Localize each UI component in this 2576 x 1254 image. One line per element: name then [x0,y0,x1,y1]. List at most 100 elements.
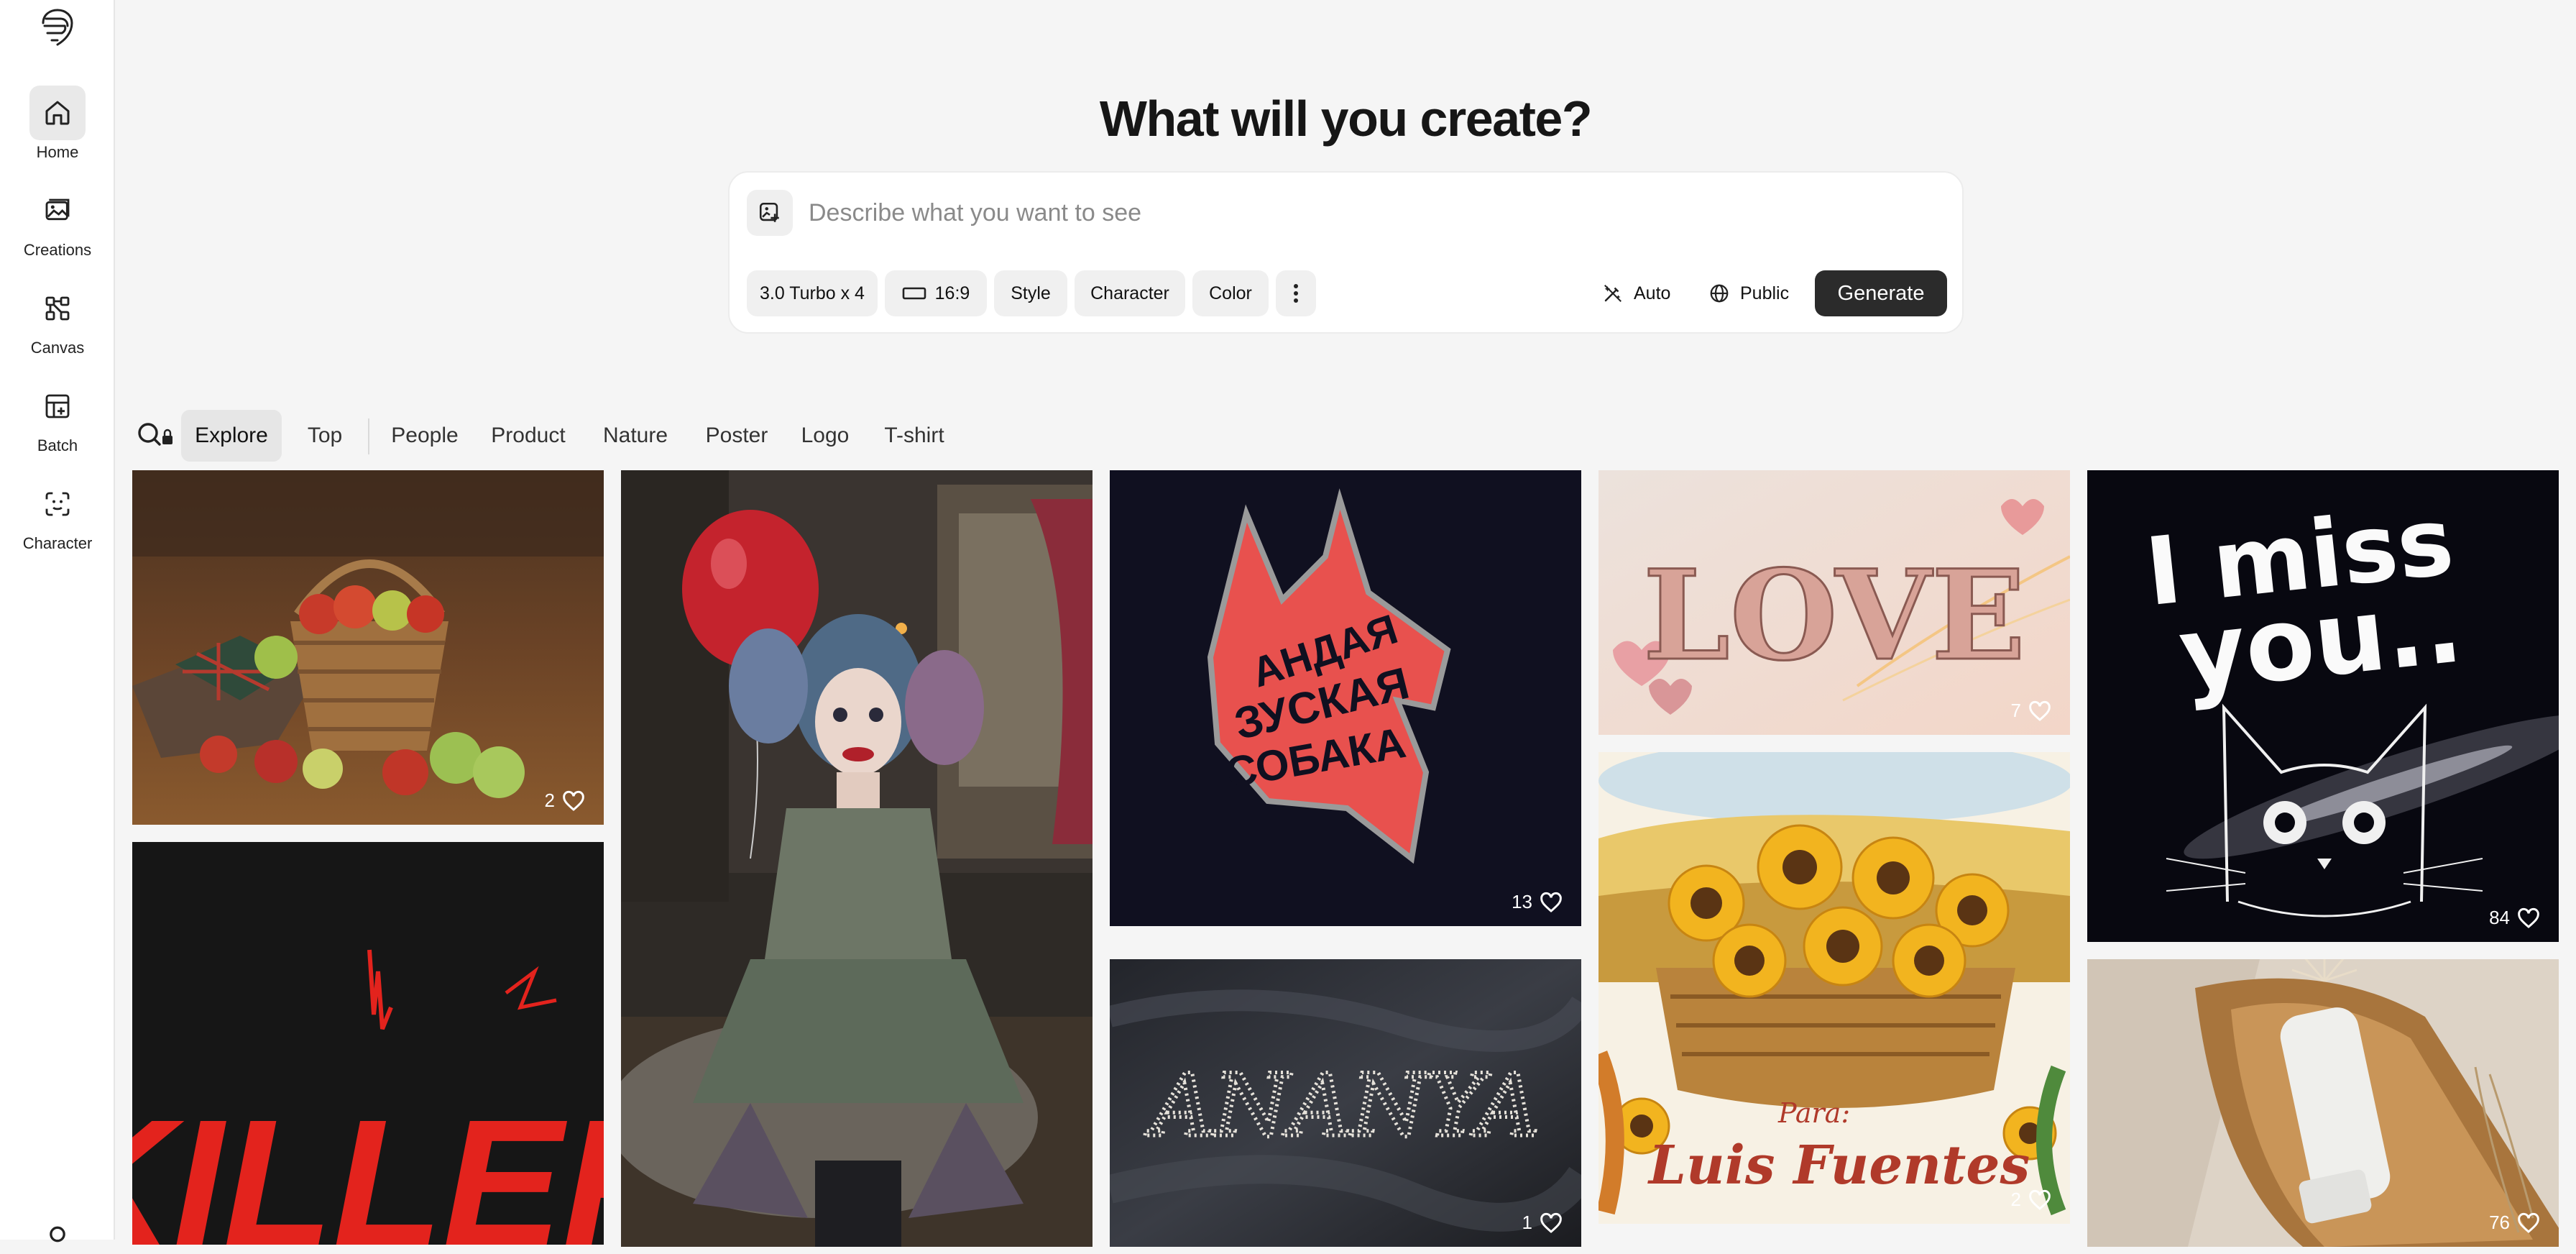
sidebar-item-label: Batch [37,436,78,454]
like-counter[interactable]: 76 [2489,1212,2540,1234]
gallery-image-love[interactable]: LOVE 7 [1598,470,2070,735]
i-miss-you-cat-image: I miss you.. [2087,470,2559,942]
like-counter[interactable]: 13 [1512,891,1563,913]
gallery-image-sunflowers[interactable]: Para: Luis Fuentes 2 [1598,752,2070,1224]
heart-icon [563,790,584,811]
main-content: What will you create? 3.0 Turbo x 4 16:9… [115,0,2576,1247]
image-add-icon [759,202,779,222]
like-counter[interactable]: 2 [2011,1189,2051,1211]
tab-tshirt[interactable]: T-shirt [870,410,959,462]
aspect-ratio-icon [902,287,926,300]
heart-icon [2518,1212,2539,1233]
gallery-image-i-miss-you-cat[interactable]: I miss you.. 84 [2087,470,2559,942]
like-count: 2 [2010,1189,2021,1210]
style-label: Style [1011,283,1051,303]
visibility-label: Public [1740,283,1790,303]
search-lock-icon [138,423,172,446]
like-count: 1 [1522,1212,1532,1233]
sunflower-text-1: Para: [1777,1097,1850,1129]
heart-icon [2029,700,2051,721]
visibility-toggle[interactable]: Public [1708,270,1789,316]
generate-button[interactable]: Generate [1815,270,1947,316]
gallery-image-wolf-logo[interactable]: АНДАЯ ЗУСКАЯ СОБАКА 13 [1110,470,1581,926]
ananya-text: ANANYA [1144,1056,1540,1156]
gallery-image-apple-basket[interactable]: 2 [132,470,604,825]
gallery-image-killer[interactable]: KILLER [132,842,604,1245]
magic-wand-icon [1604,285,1622,302]
sunflowers-image: Para: Luis Fuentes [1598,752,2070,1224]
lotion-tray-image [2087,959,2559,1247]
like-counter[interactable]: 7 [2011,700,2051,722]
prompt-box: 3.0 Turbo x 4 16:9 Style Character Color… [728,171,1964,334]
like-count: 13 [1512,891,1532,912]
model-selector[interactable]: 3.0 Turbo x 4 [747,270,878,316]
tab-nature[interactable]: Nature [589,410,681,462]
sidebar: Home Creations Canvas Batch Character [0,0,115,1242]
like-count: 76 [2489,1212,2510,1233]
like-counter[interactable]: 84 [2489,907,2540,929]
like-counter[interactable]: 1 [1522,1212,1563,1234]
sidebar-item-home[interactable]: Home [0,86,115,165]
apple-basket-image [132,470,604,825]
batch-icon [45,394,70,418]
tab-poster[interactable]: Poster [693,410,781,462]
ananya-image: ANANYA [1110,959,1581,1247]
heart-icon [2518,907,2539,928]
more-vertical-icon [1294,284,1298,303]
killer-image: KILLER [132,842,604,1245]
tab-logo[interactable]: Logo [791,410,860,462]
killer-text: KILLER [132,1082,604,1245]
style-button[interactable]: Style [994,270,1067,316]
aspect-ratio-label: 16:9 [934,283,970,303]
wolf-logo-image: АНДАЯ ЗУСКАЯ СОБАКА [1110,470,1581,926]
sidebar-item-label: Creations [23,241,92,259]
sunflower-text-2: Luis Fuentes [1647,1135,2030,1196]
sidebar-item-batch[interactable]: Batch [0,379,115,458]
sidebar-item-label: Character [22,534,93,552]
model-label: 3.0 Turbo x 4 [760,283,865,303]
prompt-input[interactable] [809,191,1930,234]
gallery-image-clown-girl[interactable] [621,470,1092,1247]
like-count: 84 [2489,907,2510,928]
like-count: 2 [544,790,555,811]
heart-icon [2029,1189,2051,1210]
home-icon [45,101,70,125]
search-button[interactable] [137,420,175,452]
gallery-image-lotion-tray[interactable]: 76 [2087,959,2559,1247]
image-stack-icon [45,198,70,221]
tab-divider [368,418,369,454]
character-label: Character [1090,283,1169,303]
user-icon[interactable] [42,1222,73,1254]
heart-icon [1540,892,1562,912]
canvas-nodes-icon [45,296,70,321]
tab-explore[interactable]: Explore [181,410,282,462]
sidebar-item-label: Canvas [30,339,85,357]
character-button[interactable]: Character [1075,270,1185,316]
like-count: 7 [2010,700,2021,721]
heart-icon [1540,1212,1562,1233]
sidebar-item-character[interactable]: Character [0,477,115,556]
color-button[interactable]: Color [1192,270,1269,316]
magic-label: Auto [1634,283,1671,303]
color-label: Color [1209,283,1252,303]
brand-logo-icon[interactable] [36,6,79,49]
tab-top[interactable]: Top [290,410,359,462]
gallery-image-ananya[interactable]: ANANYA 1 [1110,959,1581,1247]
love-image: LOVE [1598,470,2070,735]
sidebar-item-canvas[interactable]: Canvas [0,281,115,360]
magic-prompt-toggle[interactable]: Auto [1602,270,1670,316]
globe-icon [1710,284,1729,303]
page-title: What will you create? [1099,91,1593,147]
more-options-button[interactable] [1276,270,1316,316]
sidebar-item-creations[interactable]: Creations [0,183,115,262]
tab-people[interactable]: People [378,410,472,462]
face-scan-icon [45,492,70,516]
sidebar-item-label: Home [36,143,79,161]
love-text: LOVE [1643,542,2025,688]
like-counter[interactable]: 2 [545,790,585,812]
category-tabs: Explore Top People Product Nature Poster… [115,410,2576,462]
aspect-ratio-selector[interactable]: 16:9 [885,270,987,316]
image-upload-button[interactable] [747,190,793,236]
tab-product[interactable]: Product [479,410,578,462]
clown-girl-image [621,470,1092,1247]
